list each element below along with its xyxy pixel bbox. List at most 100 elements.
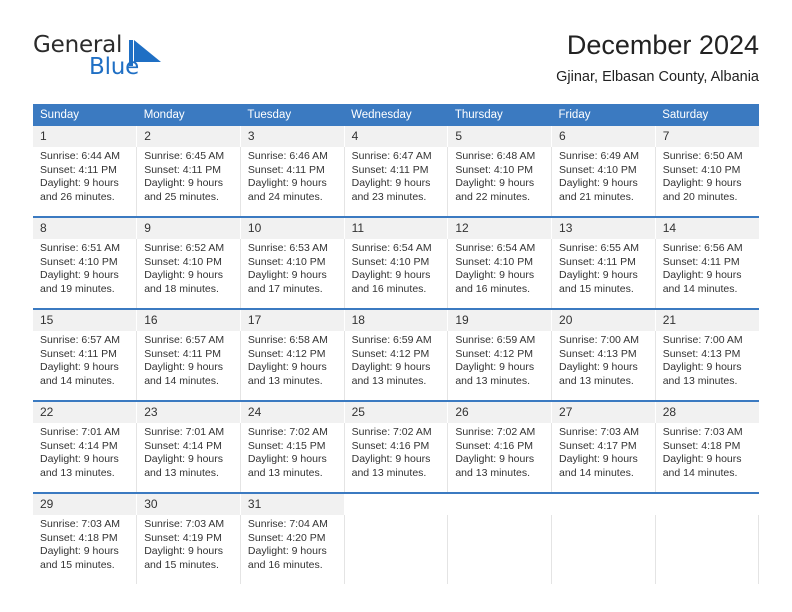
day-cell[interactable]: Sunrise: 7:03 AM Sunset: 4:19 PM Dayligh… bbox=[136, 515, 241, 584]
day-cell[interactable]: Sunrise: 6:47 AM Sunset: 4:11 PM Dayligh… bbox=[344, 147, 449, 216]
brand-logo[interactable]: General Blue bbox=[33, 32, 213, 88]
sunset-text: Sunset: 4:14 PM bbox=[144, 439, 222, 452]
daylight-text: Daylight: 9 hours bbox=[40, 361, 119, 374]
sunrise-text: Sunrise: 6:54 AM bbox=[351, 242, 432, 254]
week-row-details: Sunrise: 7:01 AM Sunset: 4:14 PM Dayligh… bbox=[33, 423, 759, 492]
day-cell[interactable]: Sunrise: 7:00 AM Sunset: 4:13 PM Dayligh… bbox=[655, 331, 759, 400]
day-number[interactable]: 15 bbox=[33, 310, 138, 331]
day-cell[interactable]: Sunrise: 6:44 AM Sunset: 4:11 PM Dayligh… bbox=[33, 147, 138, 216]
sunrise-text: Sunrise: 6:49 AM bbox=[559, 150, 639, 162]
sunrise-text: Sunrise: 6:59 AM bbox=[351, 334, 432, 346]
day-number[interactable]: 30 bbox=[136, 494, 241, 515]
day-cell[interactable]: Sunrise: 6:45 AM Sunset: 4:11 PM Dayligh… bbox=[136, 147, 241, 216]
sunrise-text: Sunrise: 6:51 AM bbox=[40, 242, 120, 254]
daylight-text-cont: and 25 minutes. bbox=[144, 190, 219, 203]
week-row-daynumbers: 22 23 24 25 26 27 28 bbox=[33, 402, 759, 423]
day-cell[interactable]: Sunrise: 7:03 AM Sunset: 4:18 PM Dayligh… bbox=[33, 515, 138, 584]
daylight-text-cont: and 26 minutes. bbox=[40, 190, 115, 203]
day-cell[interactable]: Sunrise: 6:59 AM Sunset: 4:12 PM Dayligh… bbox=[447, 331, 553, 400]
daylight-text: Daylight: 9 hours bbox=[559, 269, 638, 282]
daylight-text: Daylight: 9 hours bbox=[144, 177, 223, 190]
day-number[interactable]: 18 bbox=[344, 310, 449, 331]
sunrise-text: Sunrise: 6:48 AM bbox=[455, 150, 536, 162]
day-number[interactable]: 9 bbox=[136, 218, 241, 239]
sunrise-text: Sunrise: 6:52 AM bbox=[144, 242, 225, 254]
day-number[interactable]: 20 bbox=[551, 310, 656, 331]
day-number[interactable]: 11 bbox=[344, 218, 449, 239]
sunset-text: Sunset: 4:10 PM bbox=[247, 255, 326, 268]
day-number[interactable]: 31 bbox=[240, 494, 345, 515]
day-number[interactable]: 25 bbox=[344, 402, 449, 423]
day-cell[interactable]: Sunrise: 7:04 AM Sunset: 4:20 PM Dayligh… bbox=[240, 515, 345, 584]
day-number[interactable]: 2 bbox=[136, 126, 241, 147]
sunset-text: Sunset: 4:10 PM bbox=[455, 163, 533, 176]
day-number[interactable]: 23 bbox=[136, 402, 241, 423]
day-cell[interactable]: Sunrise: 6:52 AM Sunset: 4:10 PM Dayligh… bbox=[136, 239, 241, 308]
sunrise-text: Sunrise: 7:01 AM bbox=[40, 426, 120, 438]
sunset-text: Sunset: 4:16 PM bbox=[351, 439, 430, 452]
day-cell[interactable]: Sunrise: 6:50 AM Sunset: 4:10 PM Dayligh… bbox=[655, 147, 759, 216]
day-number[interactable]: 6 bbox=[551, 126, 656, 147]
day-number[interactable]: 1 bbox=[33, 126, 138, 147]
day-number[interactable]: 12 bbox=[447, 218, 553, 239]
day-cell[interactable]: Sunrise: 7:02 AM Sunset: 4:16 PM Dayligh… bbox=[447, 423, 553, 492]
day-cell[interactable]: Sunrise: 6:59 AM Sunset: 4:12 PM Dayligh… bbox=[344, 331, 449, 400]
day-number[interactable]: 10 bbox=[240, 218, 345, 239]
calendar-page: General Blue December 2024 Gjinar, Elbas… bbox=[0, 0, 792, 612]
sunset-text: Sunset: 4:11 PM bbox=[40, 163, 117, 176]
daylight-text-cont: and 15 minutes. bbox=[559, 282, 634, 295]
daylight-text-cont: and 13 minutes. bbox=[247, 374, 323, 387]
day-cell[interactable]: Sunrise: 7:02 AM Sunset: 4:15 PM Dayligh… bbox=[240, 423, 345, 492]
day-number[interactable]: 26 bbox=[447, 402, 553, 423]
day-number[interactable]: 5 bbox=[447, 126, 553, 147]
weekday-header-friday: Friday bbox=[551, 104, 656, 126]
day-cell[interactable]: Sunrise: 6:58 AM Sunset: 4:12 PM Dayligh… bbox=[240, 331, 345, 400]
day-number[interactable]: 17 bbox=[240, 310, 345, 331]
day-number[interactable]: 28 bbox=[655, 402, 759, 423]
sunset-text: Sunset: 4:11 PM bbox=[662, 255, 740, 268]
day-number[interactable]: 27 bbox=[551, 402, 656, 423]
sunrise-text: Sunrise: 7:03 AM bbox=[662, 426, 743, 438]
daylight-text: Daylight: 9 hours bbox=[247, 177, 327, 190]
day-cell[interactable]: Sunrise: 6:56 AM Sunset: 4:11 PM Dayligh… bbox=[655, 239, 759, 308]
day-number[interactable]: 21 bbox=[655, 310, 759, 331]
day-number[interactable]: 22 bbox=[33, 402, 138, 423]
day-number[interactable]: 16 bbox=[136, 310, 241, 331]
day-number-empty bbox=[551, 494, 656, 515]
sunset-text: Sunset: 4:10 PM bbox=[455, 255, 533, 268]
day-cell[interactable]: Sunrise: 6:53 AM Sunset: 4:10 PM Dayligh… bbox=[240, 239, 345, 308]
day-cell[interactable]: Sunrise: 6:57 AM Sunset: 4:11 PM Dayligh… bbox=[136, 331, 241, 400]
daylight-text-cont: and 13 minutes. bbox=[559, 374, 634, 387]
day-cell[interactable]: Sunrise: 7:03 AM Sunset: 4:18 PM Dayligh… bbox=[655, 423, 759, 492]
day-cell[interactable]: Sunrise: 7:03 AM Sunset: 4:17 PM Dayligh… bbox=[551, 423, 656, 492]
day-cell[interactable]: Sunrise: 6:57 AM Sunset: 4:11 PM Dayligh… bbox=[33, 331, 138, 400]
day-cell[interactable]: Sunrise: 6:46 AM Sunset: 4:11 PM Dayligh… bbox=[240, 147, 345, 216]
daylight-text: Daylight: 9 hours bbox=[351, 361, 431, 374]
week-row-daynumbers: 8 9 10 11 12 13 14 bbox=[33, 218, 759, 239]
day-cell[interactable]: Sunrise: 6:54 AM Sunset: 4:10 PM Dayligh… bbox=[344, 239, 449, 308]
sunrise-text: Sunrise: 6:57 AM bbox=[40, 334, 120, 346]
sunrise-text: Sunrise: 6:53 AM bbox=[247, 242, 328, 254]
day-cell[interactable]: Sunrise: 7:00 AM Sunset: 4:13 PM Dayligh… bbox=[551, 331, 656, 400]
day-cell[interactable]: Sunrise: 7:01 AM Sunset: 4:14 PM Dayligh… bbox=[136, 423, 241, 492]
day-number[interactable]: 19 bbox=[447, 310, 553, 331]
day-number[interactable]: 3 bbox=[240, 126, 345, 147]
day-number[interactable]: 13 bbox=[551, 218, 656, 239]
day-number[interactable]: 4 bbox=[344, 126, 449, 147]
day-cell[interactable]: Sunrise: 6:51 AM Sunset: 4:10 PM Dayligh… bbox=[33, 239, 138, 308]
sunrise-text: Sunrise: 6:55 AM bbox=[559, 242, 639, 254]
sunset-text: Sunset: 4:15 PM bbox=[247, 439, 326, 452]
day-cell[interactable]: Sunrise: 6:54 AM Sunset: 4:10 PM Dayligh… bbox=[447, 239, 553, 308]
day-number[interactable]: 8 bbox=[33, 218, 138, 239]
day-cell[interactable]: Sunrise: 7:01 AM Sunset: 4:14 PM Dayligh… bbox=[33, 423, 138, 492]
day-cell[interactable]: Sunrise: 6:49 AM Sunset: 4:10 PM Dayligh… bbox=[551, 147, 656, 216]
day-number[interactable]: 29 bbox=[33, 494, 138, 515]
day-cell[interactable]: Sunrise: 6:48 AM Sunset: 4:10 PM Dayligh… bbox=[447, 147, 553, 216]
day-number[interactable]: 7 bbox=[655, 126, 759, 147]
day-cell[interactable]: Sunrise: 7:02 AM Sunset: 4:16 PM Dayligh… bbox=[344, 423, 449, 492]
day-number-empty bbox=[344, 494, 449, 515]
day-number[interactable]: 24 bbox=[240, 402, 345, 423]
day-number[interactable]: 14 bbox=[655, 218, 759, 239]
sunset-text: Sunset: 4:11 PM bbox=[559, 255, 636, 268]
day-cell[interactable]: Sunrise: 6:55 AM Sunset: 4:11 PM Dayligh… bbox=[551, 239, 656, 308]
